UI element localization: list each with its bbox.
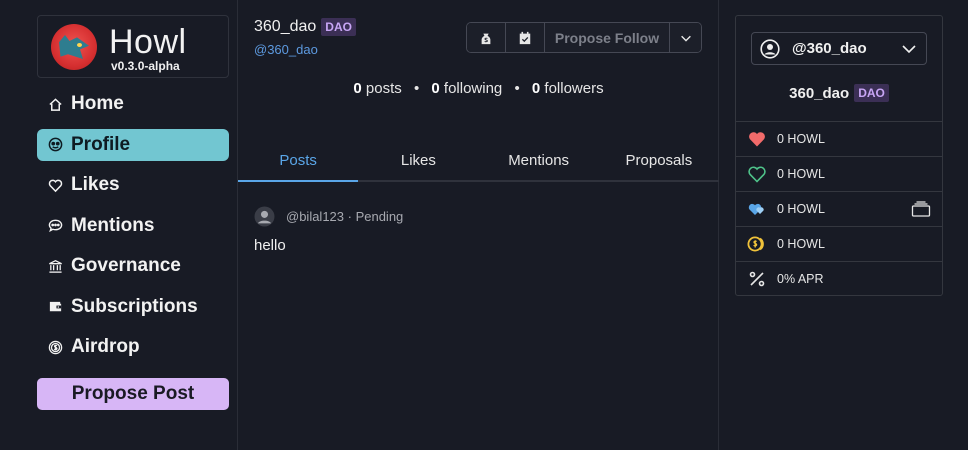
- dao-badge: DAO: [854, 84, 889, 102]
- percent-icon: [747, 269, 767, 289]
- chat-icon: [47, 218, 63, 234]
- heart-icon: [47, 177, 63, 193]
- propose-follow-button[interactable]: Propose Follow: [545, 23, 670, 52]
- chevron-down-icon: [902, 45, 916, 54]
- sidebar-item-label: Airdrop: [71, 336, 140, 357]
- coin-icon: [47, 339, 63, 355]
- wallet-icon: [47, 299, 63, 315]
- tab-proposals[interactable]: Proposals: [599, 140, 719, 180]
- follow-options-button[interactable]: [670, 23, 701, 52]
- profile-icon: [47, 137, 63, 153]
- tab-posts[interactable]: Posts: [238, 140, 359, 182]
- brand-title: Howl: [109, 23, 187, 61]
- post-item[interactable]: @bilal123 · Pending hello: [254, 206, 704, 254]
- heart-filled-icon: [747, 129, 767, 149]
- money-bag-icon: [481, 33, 491, 44]
- coins-icon: [747, 234, 767, 254]
- wallet-stack-icon[interactable]: [911, 201, 931, 217]
- main-content: 360_dao DAO @360_dao Propose Follow 0 po…: [238, 0, 719, 450]
- sidebar-item-home[interactable]: Home: [37, 88, 229, 120]
- account-selector[interactable]: @360_dao: [751, 32, 927, 65]
- brand-logo-box[interactable]: Howl v0.3.0-alpha: [37, 15, 229, 78]
- chevron-down-icon: [680, 35, 691, 42]
- balance-value: 0 HOWL: [777, 202, 825, 216]
- tab-mentions[interactable]: Mentions: [479, 140, 599, 180]
- bank-icon: [47, 258, 63, 274]
- profile-stats: 0 posts • 0 following • 0 followers: [238, 80, 719, 97]
- sidebar-item-subscriptions[interactable]: Subscriptions: [37, 291, 229, 323]
- propose-post-button[interactable]: Propose Post: [37, 378, 229, 410]
- sidebar-nav: Home Profile Likes Mentions Governance S…: [37, 88, 229, 372]
- tab-likes[interactable]: Likes: [358, 140, 478, 180]
- sidebar-item-profile[interactable]: Profile: [37, 128, 229, 161]
- calendar-check-icon: [519, 31, 531, 44]
- account-panel: @360_dao 360_dao DAO 0 HOWL 0 HOWL 0 HOW…: [735, 15, 943, 296]
- posts-label: posts: [365, 80, 402, 97]
- followers-label: followers: [544, 80, 604, 97]
- sidebar-item-governance[interactable]: Governance: [37, 250, 229, 282]
- home-icon: [47, 96, 63, 112]
- sidebar-item-label: Home: [71, 93, 124, 114]
- post-meta: @bilal123 · Pending: [286, 209, 404, 224]
- post-header: @bilal123 · Pending: [254, 206, 704, 227]
- following-count: 0: [431, 80, 440, 97]
- schedule-button[interactable]: [506, 23, 545, 52]
- followers-count: 0: [531, 80, 541, 97]
- balance-row-likes-received: 0 HOWL: [736, 121, 942, 156]
- hearts-icon: [747, 199, 767, 219]
- heart-outline-icon: [747, 164, 767, 184]
- profile-handle[interactable]: @360_dao: [254, 42, 318, 57]
- following-label: following: [443, 80, 503, 97]
- profile-name: 360_dao: [254, 18, 317, 35]
- separator-dot: •: [514, 80, 520, 97]
- sidebar-item-likes[interactable]: Likes: [37, 169, 229, 201]
- profile-action-group: Propose Follow: [466, 22, 702, 53]
- wolf-logo-icon: [51, 24, 97, 70]
- balance-value: 0 HOWL: [777, 237, 825, 251]
- sidebar-item-mentions[interactable]: Mentions: [37, 210, 229, 242]
- balance-rows: 0 HOWL 0 HOWL 0 HOWL 0 HOWL 0% APR: [736, 121, 942, 296]
- user-avatar-icon: [760, 38, 780, 59]
- account-name: 360_dao: [789, 84, 850, 102]
- balance-value: 0% APR: [777, 272, 824, 286]
- balance-value: 0 HOWL: [777, 167, 825, 181]
- profile-name-line: 360_dao DAO: [254, 18, 356, 36]
- profile-tabs: Posts Likes Mentions Proposals: [238, 140, 719, 182]
- balance-value: 0 HOWL: [777, 132, 825, 146]
- dao-badge: DAO: [321, 18, 356, 36]
- user-avatar-icon: [254, 206, 275, 227]
- tip-button[interactable]: [467, 23, 506, 52]
- balance-row-apr: 0% APR: [736, 261, 942, 296]
- sidebar-item-airdrop[interactable]: Airdrop: [37, 331, 229, 363]
- sidebar-item-label: Subscriptions: [71, 295, 198, 317]
- balance-row-likes-given: 0 HOWL: [736, 156, 942, 191]
- separator-dot: •: [413, 80, 420, 97]
- account-name-line: 360_dao DAO: [736, 84, 942, 102]
- posts-count: 0: [353, 80, 362, 97]
- sidebar-item-label: Mentions: [71, 214, 155, 236]
- balance-row-subscriptions: 0 HOWL: [736, 191, 942, 226]
- sidebar-item-label: Profile: [71, 133, 131, 155]
- sidebar-item-label: Governance: [71, 255, 181, 276]
- sidebar: Howl v0.3.0-alpha Home Profile Likes Men…: [0, 0, 238, 450]
- brand-version: v0.3.0-alpha: [111, 59, 180, 73]
- post-body: hello: [254, 237, 286, 254]
- account-selected-label: @360_dao: [792, 40, 867, 57]
- balance-row-airdrop: 0 HOWL: [736, 226, 942, 261]
- sidebar-item-label: Likes: [71, 174, 120, 195]
